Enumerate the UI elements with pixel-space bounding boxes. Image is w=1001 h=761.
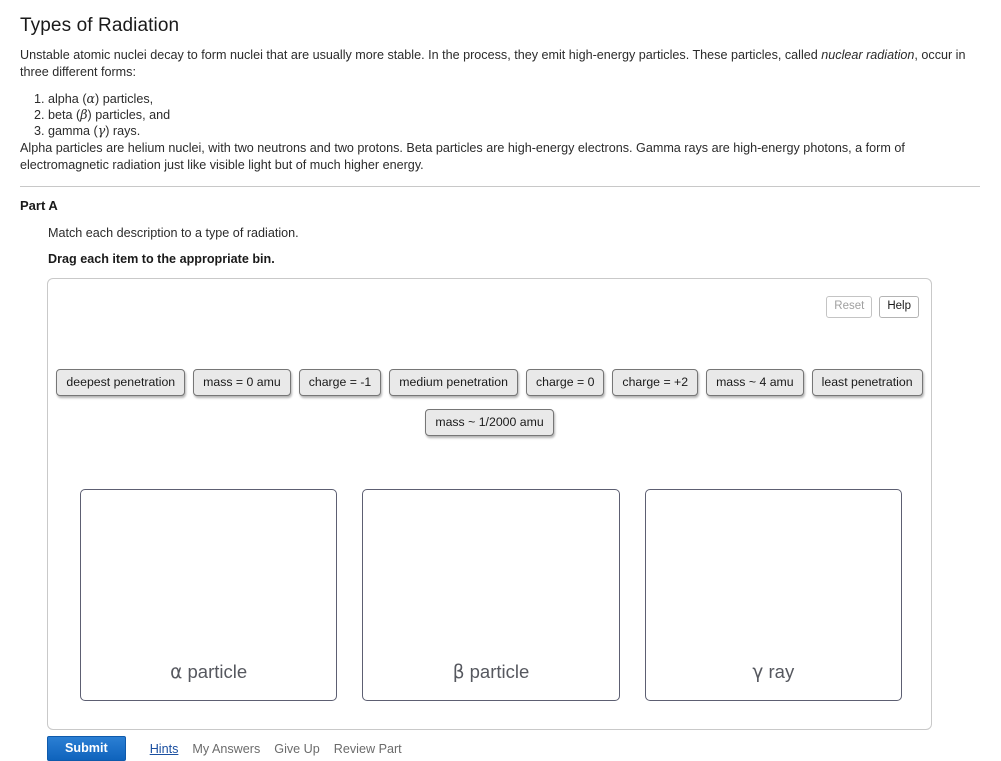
draggable-token[interactable]: least penetration xyxy=(811,369,923,396)
reset-button[interactable]: Reset xyxy=(826,296,873,318)
alpha-symbol: α xyxy=(170,662,183,683)
submit-button[interactable]: Submit xyxy=(47,736,126,761)
draggable-token[interactable]: charge = -1 xyxy=(298,369,382,396)
intro-text-pre: Unstable atomic nuclei decay to form nuc… xyxy=(20,48,822,62)
gamma-symbol: γ xyxy=(752,662,764,683)
draggable-token[interactable]: mass = 0 amu xyxy=(193,369,291,396)
draggable-token[interactable]: mass ~ 1/2000 amu xyxy=(425,409,554,436)
footer-link-group: Hints My Answers Give Up Review Part xyxy=(150,742,402,756)
panel-button-group: Reset Help xyxy=(826,296,919,318)
list-item-post: ) particles, and xyxy=(87,108,171,122)
draggable-token[interactable]: charge = +2 xyxy=(612,369,699,396)
list-item: beta (β) particles, and xyxy=(48,107,648,123)
help-button[interactable]: Help xyxy=(879,296,919,318)
list-item: gamma (γ) rays. xyxy=(48,123,648,139)
bin-label-text: ray xyxy=(763,661,795,682)
draggable-token[interactable]: deepest penetration xyxy=(56,369,186,396)
part-instruction-bold: Drag each item to the appropriate bin. xyxy=(48,252,275,266)
draggable-token[interactable]: mass ~ 4 amu xyxy=(706,369,804,396)
intro-emphasis: nuclear radiation xyxy=(821,48,915,62)
bin-label: γ ray xyxy=(646,661,901,684)
drag-drop-activity-panel: Reset Help deepest penetration mass = 0 … xyxy=(47,278,932,730)
list-item-pre: gamma ( xyxy=(48,124,98,138)
alpha-symbol: α xyxy=(86,91,96,106)
my-answers-link[interactable]: My Answers xyxy=(192,742,260,756)
part-label: Part A xyxy=(20,198,58,213)
token-tray: deepest penetration mass = 0 amu charge … xyxy=(48,369,931,436)
answer-toolbar: Submit Hints My Answers Give Up Review P… xyxy=(47,736,402,761)
drop-bin-beta[interactable]: β particle xyxy=(362,489,620,701)
drop-bin-gamma[interactable]: γ ray xyxy=(644,489,902,701)
beta-symbol: β xyxy=(452,662,465,683)
give-up-link[interactable]: Give Up xyxy=(274,742,320,756)
list-item-post: ) particles, xyxy=(95,92,154,106)
token-row-2: mass ~ 1/2000 amu xyxy=(48,409,931,436)
bin-group: α particle β particle γ ray xyxy=(80,489,902,701)
intro-paragraph: Unstable atomic nuclei decay to form nuc… xyxy=(20,47,970,81)
bin-label: α particle xyxy=(81,661,336,684)
intro-paragraph-2: Alpha particles are helium nuclei, with … xyxy=(20,141,905,172)
list-item-pre: beta ( xyxy=(48,108,81,122)
page-title: Types of Radiation xyxy=(20,15,180,36)
draggable-token[interactable]: charge = 0 xyxy=(525,369,605,396)
radiation-type-list: alpha (α) particles, beta (β) particles,… xyxy=(20,91,648,139)
beta-symbol: β xyxy=(80,107,88,122)
bin-label-text: particle xyxy=(464,661,530,682)
draggable-token[interactable]: medium penetration xyxy=(389,369,518,396)
list-item: alpha (α) particles, xyxy=(48,91,648,107)
part-instruction: Match each description to a type of radi… xyxy=(48,226,299,240)
drop-bin-alpha[interactable]: α particle xyxy=(80,489,338,701)
list-item-post: ) rays. xyxy=(105,124,141,138)
hints-link[interactable]: Hints xyxy=(150,742,179,756)
bin-label: β particle xyxy=(363,661,618,684)
token-row-1: deepest penetration mass = 0 amu charge … xyxy=(48,369,931,396)
bin-label-text: particle xyxy=(182,661,248,682)
section-divider xyxy=(20,186,980,187)
review-part-link[interactable]: Review Part xyxy=(334,742,402,756)
list-item-pre: alpha ( xyxy=(48,92,87,106)
